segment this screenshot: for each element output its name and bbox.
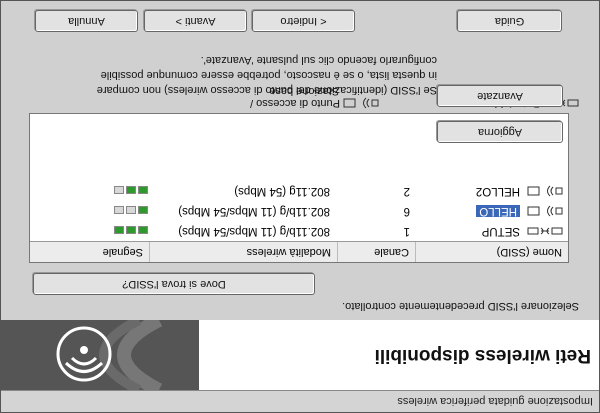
signal-bar: [114, 206, 124, 214]
legend-access-point-label: Punto di accesso /: [250, 97, 340, 109]
table-row[interactable]: SETUP 1 802.11b/g (11 Mbps/54 Mbps): [30, 221, 568, 241]
help-label: Guida: [494, 15, 525, 27]
ssid-cell: HELLO: [476, 201, 520, 221]
column-header-mode[interactable]: Modalità wireless: [149, 242, 337, 262]
back-button[interactable]: < Indietro: [252, 10, 355, 32]
column-header-channel[interactable]: Canale: [337, 242, 415, 262]
signal-strength: [112, 206, 148, 215]
column-header-ssid[interactable]: Nome (SSID): [415, 242, 568, 262]
refresh-label: Aggiorna: [477, 126, 523, 138]
back-label: < Indietro: [280, 15, 327, 27]
where-ssid-label: Dove si trova l'SSID?: [122, 278, 226, 290]
note-line: configurarlo facendo clic sul pulsante '…: [200, 54, 437, 66]
note-line: in questa lista, o se è nascosto, potreb…: [100, 69, 437, 81]
next-button[interactable]: Avanti >: [144, 10, 247, 32]
cancel-button[interactable]: Annulla: [35, 10, 138, 32]
ssid-hidden-note: Se l'SSID (identificazione del punto di …: [27, 52, 437, 97]
window-title: Impostazione guidata periferica wireless: [0, 390, 599, 412]
table-row[interactable]: HELLO2 2 802.11g (54 Mbps): [30, 181, 568, 201]
mode-cell: 802.11b/g (11 Mbps/54 Mbps): [178, 225, 330, 237]
dialog-body: Selezionare l'SSID precedentemente contr…: [0, 0, 599, 320]
signal-bar: [114, 226, 124, 234]
signal-bar: [138, 206, 148, 214]
list-header: Nome (SSID) Canale Modalità wireless Seg…: [30, 241, 568, 262]
signal-bar: [126, 226, 136, 234]
signal-bar: [114, 186, 124, 194]
mode-cell: 802.11g (54 Mbps): [234, 185, 330, 197]
table-row[interactable]: HELLO 6 802.11b/g (11 Mbps/54 Mbps): [30, 201, 568, 221]
signal-bar: [126, 186, 136, 194]
signal-strength: [112, 226, 148, 235]
wizard-window: Impostazione guidata periferica wireless…: [0, 0, 600, 413]
banner-title: Reti wireless disponibili: [374, 345, 591, 366]
channel-cell: 6: [403, 205, 410, 217]
selected-ssid: HELLO: [476, 205, 520, 217]
ssid-cell: HELLO2: [475, 185, 520, 197]
ssid-cell: SETUP: [481, 225, 520, 237]
instruction-text: Selezionare l'SSID precedentemente contr…: [342, 300, 579, 312]
signal-bar: [138, 186, 148, 194]
column-header-signal[interactable]: Segnale: [30, 242, 149, 262]
access-point-network-icon: [527, 201, 563, 221]
advanced-label: Avanzate: [477, 90, 523, 102]
signal-strength: [112, 186, 148, 195]
banner: Reti wireless disponibili: [0, 318, 599, 390]
next-label: Avanti >: [175, 15, 216, 27]
signal-bar: [126, 206, 136, 214]
cancel-label: Annulla: [68, 15, 105, 27]
signal-bar: [138, 226, 148, 234]
help-button[interactable]: Guida: [457, 10, 562, 32]
where-ssid-button[interactable]: Dove si trova l'SSID?: [33, 273, 315, 295]
access-point-network-icon: [343, 97, 379, 109]
refresh-button[interactable]: Aggiorna: [437, 121, 563, 143]
mode-cell: 802.11b/g (11 Mbps/54 Mbps): [178, 205, 330, 217]
channel-cell: 1: [403, 225, 410, 237]
access-point-network-icon: [527, 181, 563, 201]
note-line: Se l'SSID (identificazione del punto di …: [96, 84, 437, 96]
channel-cell: 2: [403, 185, 410, 197]
ad-hoc-network-icon: [527, 221, 563, 241]
advanced-button[interactable]: Avanzate: [437, 85, 563, 107]
wireless-signal-logo-icon: [0, 320, 199, 390]
